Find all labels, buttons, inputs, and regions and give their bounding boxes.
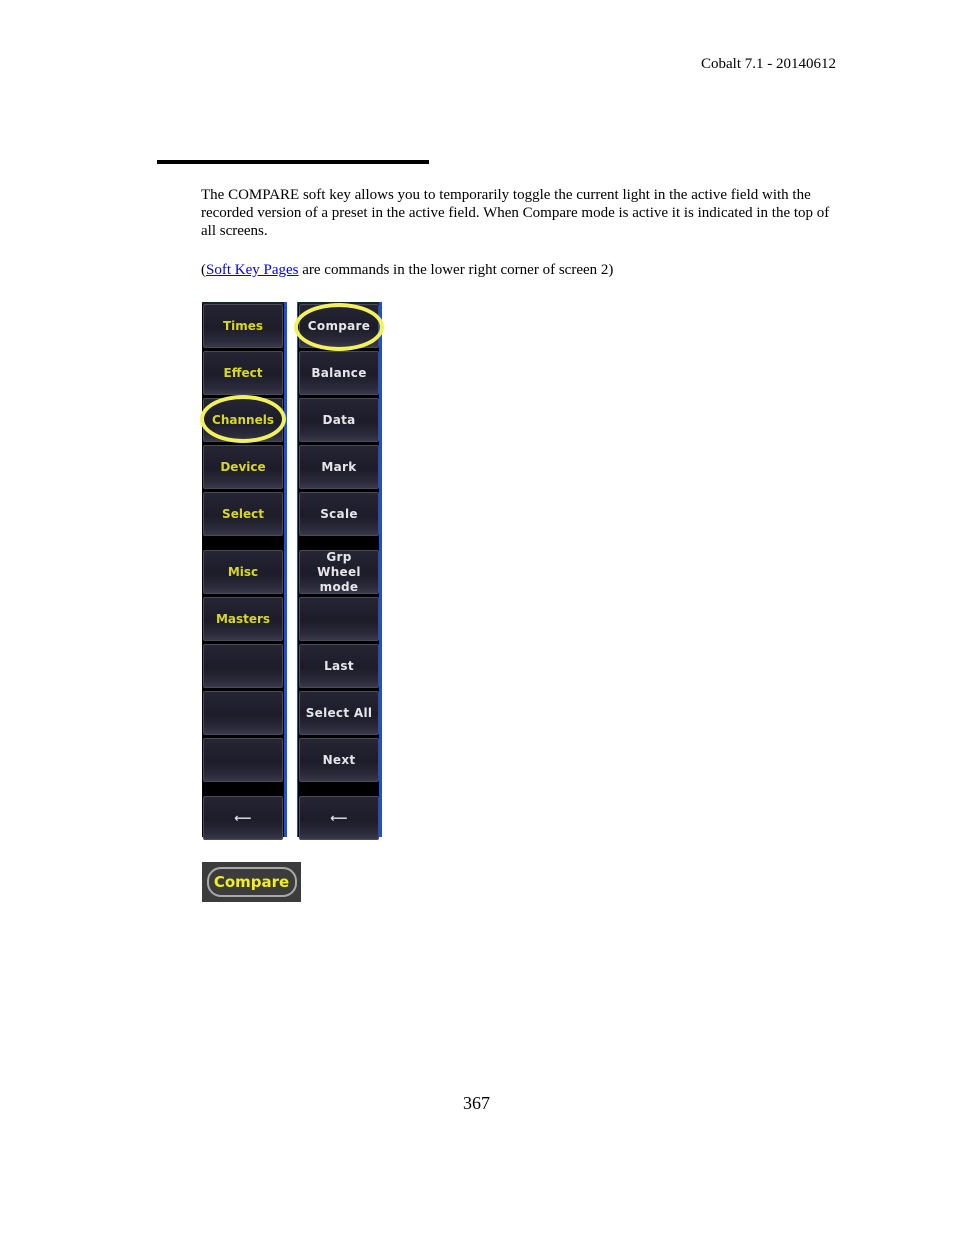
document-version-header: Cobalt 7.1 - 20140612 (701, 56, 836, 72)
back-arrow-icon: ⟵ (330, 810, 348, 825)
back-arrow-button[interactable]: ⟵ (299, 796, 379, 840)
compare-mode-indicator: Compare (202, 862, 301, 902)
softkey-data[interactable]: Data (299, 398, 379, 442)
soft-key-pages-link[interactable]: Soft Key Pages (206, 262, 299, 278)
softkey-blank-3[interactable] (203, 738, 283, 782)
softkey-blank-1[interactable] (203, 644, 283, 688)
softkey-blank-2[interactable] (203, 691, 283, 735)
softkey-column-left: Times Effect Channels Device Select Misc… (202, 302, 287, 840)
softkey-select[interactable]: Select (203, 492, 283, 536)
softkey-select-all[interactable]: Select All (299, 691, 379, 735)
back-arrow-icon: ⟵ (234, 810, 252, 825)
softkey-column-right: Compare Balance Data Mark Scale Grp Whee… (297, 302, 382, 840)
compare-description: The COMPARE soft key allows you to tempo… (201, 187, 830, 239)
page-number: 367 (463, 1093, 490, 1113)
softkey-times[interactable]: Times (203, 304, 283, 348)
softkey-masters[interactable]: Masters (203, 597, 283, 641)
section-divider (157, 160, 429, 164)
softkey-blank[interactable] (299, 597, 379, 641)
back-arrow-button[interactable]: ⟵ (203, 796, 283, 840)
softkey-misc[interactable]: Misc (203, 550, 283, 594)
softkey-grp-wheel-mode[interactable]: Grp Wheel mode (299, 550, 379, 594)
soft-key-pages-note: (Soft Key Pages are commands in the lowe… (201, 261, 846, 279)
softkey-effect[interactable]: Effect (203, 351, 283, 395)
softkey-device[interactable]: Device (203, 445, 283, 489)
note-text: are commands in the lower right corner o… (298, 262, 614, 278)
softkey-mark[interactable]: Mark (299, 445, 379, 489)
compare-indicator-label: Compare (206, 867, 297, 897)
softkey-last[interactable]: Last (299, 644, 379, 688)
softkey-channels[interactable]: Channels (203, 398, 283, 442)
softkey-scale[interactable]: Scale (299, 492, 379, 536)
softkey-balance[interactable]: Balance (299, 351, 379, 395)
softkey-next[interactable]: Next (299, 738, 379, 782)
softkey-compare[interactable]: Compare (299, 304, 379, 348)
